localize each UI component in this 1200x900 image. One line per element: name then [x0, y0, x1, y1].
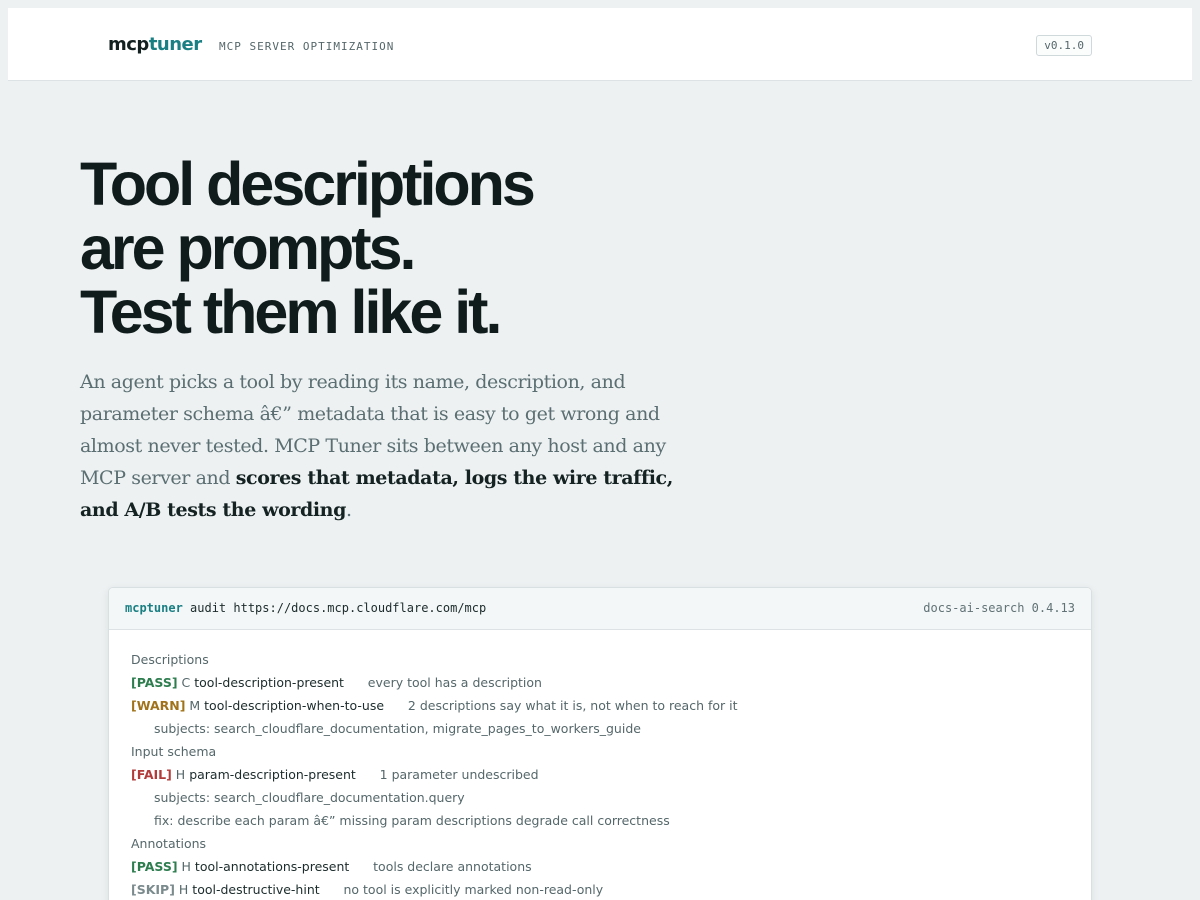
- check-status: [PASS]: [131, 859, 178, 874]
- check-status: [WARN]: [131, 698, 186, 713]
- hero-description: An agent picks a tool by reading its nam…: [80, 366, 710, 526]
- check-message: 1 parameter undescribed: [355, 767, 539, 782]
- command-binary: mcptuner: [125, 601, 183, 615]
- version-badge: v0.1.0: [1036, 35, 1092, 56]
- audit-detail-line: fix: describe each param â€” missing par…: [154, 813, 670, 828]
- audit-check-row: [PASS] H tool-annotations-present tools …: [131, 855, 1069, 878]
- hero-title-line: Tool descriptions: [80, 150, 536, 218]
- audit-check-row: [PASS] C tool-description-present every …: [131, 671, 1069, 694]
- check-rule: tool-destructive-hint: [192, 882, 320, 897]
- check-message: every tool has a description: [343, 675, 542, 690]
- check-message: 2 descriptions say what it is, not when …: [384, 698, 738, 713]
- terminal-header: mcptuner audit https://docs.mcp.cloudfla…: [109, 588, 1091, 630]
- check-severity: H: [174, 882, 193, 897]
- check-severity: H: [177, 859, 195, 874]
- hero-title-line: Test them like it.: [80, 278, 502, 346]
- check-rule: tool-description-when-to-use: [204, 698, 385, 713]
- audit-terminal: mcptuner audit https://docs.mcp.cloudfla…: [108, 587, 1092, 900]
- audit-section-heading: Annotations: [131, 836, 207, 851]
- logo-text-tuner: tuner: [148, 34, 202, 55]
- audit-check-row: [SKIP] H tool-destructive-hint no tool i…: [131, 878, 1069, 900]
- command-args: audit https://docs.mcp.cloudflare.com/mc…: [182, 601, 487, 615]
- check-severity: H: [171, 767, 190, 782]
- check-rule: tool-description-present: [194, 675, 344, 690]
- check-rule: tool-annotations-present: [194, 859, 350, 874]
- terminal-output: Descriptions [PASS] C tool-description-pr…: [109, 630, 1091, 900]
- check-severity: C: [177, 675, 195, 690]
- check-status: [SKIP]: [131, 882, 175, 897]
- server-name: docs-ai-search 0.4.13: [923, 601, 1075, 615]
- check-status: [PASS]: [131, 675, 178, 690]
- check-rule: param-description-present: [189, 767, 356, 782]
- check-message: tools declare annotations: [349, 859, 532, 874]
- audit-detail-line: subjects: search_cloudflare_documentatio…: [154, 721, 641, 736]
- hero-title: Tool descriptions are prompts. Test them…: [80, 152, 780, 344]
- hero-title-line: are prompts.: [80, 214, 417, 282]
- logo-text-mcp: mcp: [108, 34, 149, 55]
- audit-check-row: [WARN] M tool-description-when-to-use 2 …: [131, 694, 1069, 717]
- check-status: [FAIL]: [131, 767, 172, 782]
- tagline: MCP SERVER OPTIMIZATION: [219, 40, 395, 53]
- check-severity: M: [185, 698, 205, 713]
- top-bar: mcptuner MCP SERVER OPTIMIZATION v0.1.0: [8, 8, 1192, 81]
- check-message: no tool is explicitly marked non-read-on…: [319, 882, 604, 897]
- audit-section-heading: Input schema: [131, 744, 217, 759]
- terminal-command: mcptuner audit https://docs.mcp.cloudfla…: [125, 601, 486, 615]
- audit-detail-line: subjects: search_cloudflare_documentatio…: [154, 790, 465, 805]
- hero-description-end: .: [345, 499, 352, 521]
- audit-check-row: [FAIL] H param-description-present 1 par…: [131, 763, 1069, 786]
- audit-section-heading: Descriptions: [131, 652, 209, 667]
- logo[interactable]: mcptuner: [108, 34, 202, 55]
